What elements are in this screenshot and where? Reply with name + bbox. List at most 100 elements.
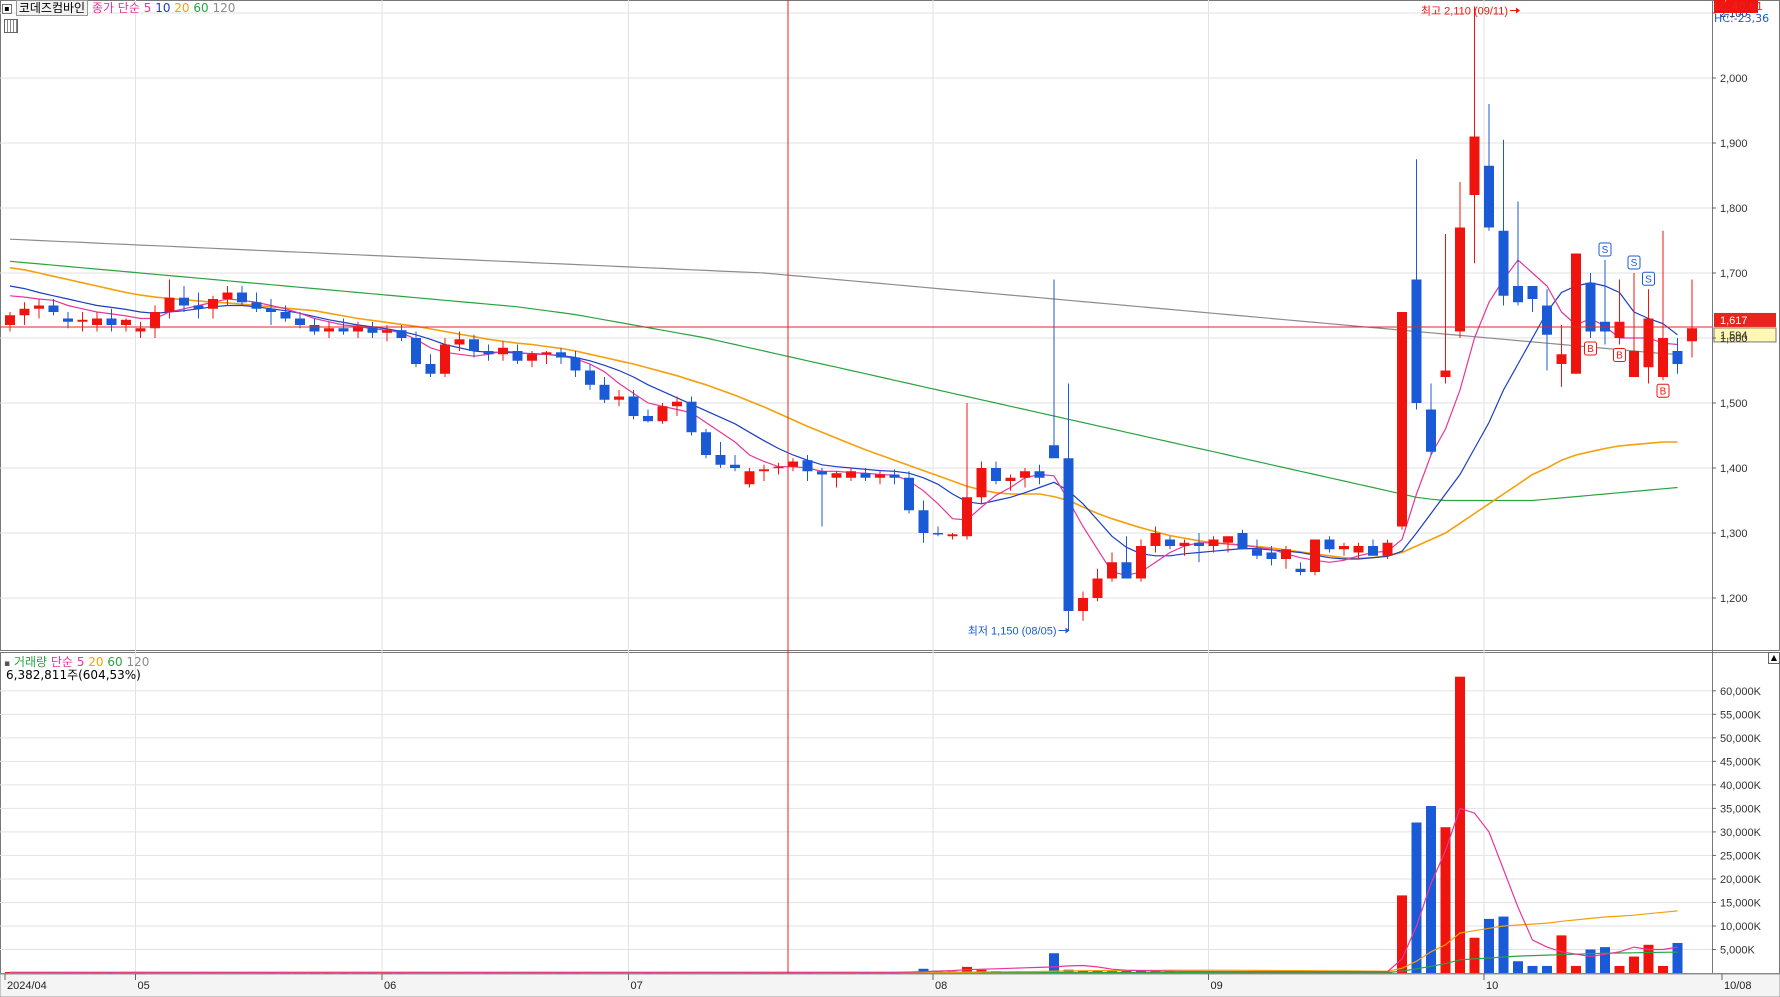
candle-body xyxy=(1527,286,1538,299)
chart-canvas[interactable]: BSBSSB 2024/07/15(월)1,6171,594 1,2001,30… xyxy=(0,0,1780,997)
candle-body xyxy=(1643,318,1654,368)
candle-body xyxy=(1034,471,1045,478)
volume-bar xyxy=(1049,953,1059,973)
candle-body xyxy=(527,354,537,361)
candle-body xyxy=(860,473,871,478)
candle-body xyxy=(1020,471,1030,478)
candle-body xyxy=(1194,542,1204,546)
price-tick-label: 2,000 xyxy=(1720,73,1748,85)
candle-body xyxy=(440,344,450,374)
volume-bar xyxy=(1614,965,1625,973)
signal-marker-s: S xyxy=(1627,255,1641,270)
candle-body xyxy=(788,461,798,467)
volume-bar xyxy=(1469,937,1480,973)
candle-body xyxy=(1136,546,1146,579)
hc-readout: HC:-23,36 xyxy=(1714,12,1770,25)
signal-marker-b: B xyxy=(1656,383,1670,398)
volume-tick-label: 35,000K xyxy=(1720,803,1762,815)
candle-body xyxy=(208,299,218,309)
candle-body xyxy=(1310,539,1320,572)
price-legend: ▪ 코데즈컴바인 종가 단순 5 10 20 60 120 xyxy=(2,0,236,16)
signal-label: S xyxy=(1631,258,1638,269)
volume-panel-maximize-icon[interactable]: ▲ xyxy=(1768,652,1780,664)
time-tick-label: 2024/04 xyxy=(7,980,47,992)
candle-body xyxy=(686,401,697,433)
candle-body xyxy=(1368,546,1378,556)
candle-body xyxy=(454,339,465,345)
time-tick-label: 10 xyxy=(1486,980,1498,992)
candle-body xyxy=(715,455,726,465)
volume-ma-label: 단순 xyxy=(50,655,73,669)
candle-body xyxy=(251,302,262,309)
time-tick-label: 09 xyxy=(1211,980,1223,992)
price-tick-label: 1,800 xyxy=(1720,203,1748,215)
candle-body xyxy=(1121,562,1132,579)
candle-body xyxy=(1498,230,1509,296)
candle-body xyxy=(672,401,682,407)
candle-body xyxy=(309,325,320,332)
candle-body xyxy=(135,328,146,332)
candle-body xyxy=(396,330,407,338)
ma60-label: 60 xyxy=(193,1,209,15)
volume-bar xyxy=(1455,676,1465,973)
price-panel-background xyxy=(0,0,1780,651)
candle-body xyxy=(628,396,639,416)
volume-bar xyxy=(1426,806,1436,973)
volume-bar xyxy=(1600,947,1610,973)
volume-tick-label: 60,000K xyxy=(1720,686,1762,698)
candle-body xyxy=(1107,562,1117,579)
candle-body xyxy=(1426,409,1436,452)
high-annotation: 최고 2,110 (09/11) xyxy=(1421,5,1508,18)
candle-body xyxy=(1397,312,1407,527)
candle-body xyxy=(483,351,494,355)
grid-toggle-icon[interactable] xyxy=(4,19,18,36)
time-tick-label: 06 xyxy=(384,980,396,992)
candle-body xyxy=(1165,539,1175,546)
candle-body xyxy=(121,319,131,325)
volume-tick-label: 45,000K xyxy=(1720,756,1762,768)
candle-body xyxy=(512,351,523,361)
minimize-icon[interactable]: ▪ xyxy=(2,3,12,14)
price-tick-label: 1,200 xyxy=(1720,593,1748,605)
candle-body xyxy=(1266,552,1277,559)
candle-body xyxy=(34,305,44,309)
candle-body xyxy=(106,318,117,325)
stock-name[interactable]: 코데즈컴바인 xyxy=(15,0,89,16)
candle-body xyxy=(831,473,842,478)
candle-body xyxy=(1658,338,1668,377)
candle-body xyxy=(570,357,581,371)
signal-marker-b: B xyxy=(1613,348,1626,362)
volume-bar xyxy=(1484,918,1494,973)
volume-tick-label: 50,000K xyxy=(1720,733,1762,745)
candle-body xyxy=(701,432,711,455)
ma10-label: 10 xyxy=(155,1,171,15)
volume-current-readout: 6,382,811주(604,53%) xyxy=(6,668,141,682)
candle-body xyxy=(599,384,610,400)
volume-tick-label: 30,000K xyxy=(1720,827,1762,839)
candle-body xyxy=(904,477,914,511)
price-tick-label: 1,700 xyxy=(1720,268,1748,280)
volume-tick-label: 10,000K xyxy=(1720,921,1762,933)
candle-body xyxy=(802,460,813,472)
candle-body xyxy=(1353,546,1364,553)
volume-bar xyxy=(1513,961,1523,973)
candle-body xyxy=(1513,286,1523,303)
candle-body xyxy=(614,396,624,400)
candle-body xyxy=(730,464,740,468)
volume-tick-label: 20,000K xyxy=(1720,874,1762,886)
candle-body xyxy=(1339,546,1349,550)
candle-body xyxy=(1223,536,1233,543)
price-tick-label: 1,400 xyxy=(1720,463,1748,475)
volume-title: 거래량 xyxy=(13,655,48,669)
candle-body xyxy=(1614,321,1625,338)
candle-body xyxy=(63,318,73,322)
candle-body xyxy=(5,315,15,325)
candle-body xyxy=(295,318,305,325)
ma120-label: 120 xyxy=(212,1,236,15)
candle-body xyxy=(266,308,276,312)
candle-body xyxy=(817,471,827,475)
candle-body xyxy=(469,339,479,351)
candle-body xyxy=(1078,598,1088,611)
candle-body xyxy=(1252,549,1262,556)
candle-body xyxy=(1629,351,1639,377)
